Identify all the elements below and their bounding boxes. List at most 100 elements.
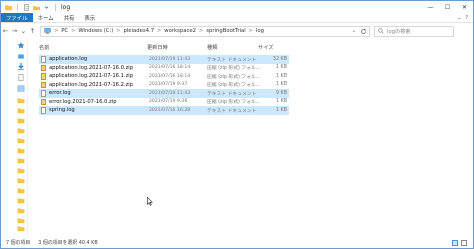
file-type: 圧縮 (zip 形式) フォル...: [207, 100, 261, 106]
pc-icon: [44, 28, 51, 34]
file-row[interactable]: application.log.2021-07-16.2.zip 2021/07/…: [39, 81, 289, 90]
up-button[interactable]: ↑: [28, 25, 37, 37]
folder-icon[interactable]: [17, 225, 25, 232]
explorer-window: log — ☐ ✕ ファイル ホーム 共有 表示 ⌄ ? ← → ⌄ ↑ > P…: [0, 0, 474, 249]
download-icon[interactable]: [17, 63, 25, 70]
tab-file[interactable]: ファイル: [1, 13, 33, 22]
item-count: 7 個の項目: [6, 240, 31, 246]
column-header-size[interactable]: サイズ: [258, 44, 273, 51]
file-size: 1 KB: [275, 82, 287, 88]
tab-home[interactable]: ホーム: [33, 13, 59, 22]
file-type: テキスト ドキュメント: [207, 108, 257, 114]
file-type: 圧縮 (zip 形式) フォル...: [207, 66, 261, 72]
navigation-pane[interactable]: [1, 39, 28, 236]
zip-file-icon: [41, 98, 46, 105]
folder-icon: [5, 4, 12, 10]
ribbon-tabs: ファイル ホーム 共有 表示 ⌄ ?: [1, 13, 473, 23]
desktop-icon[interactable]: [17, 53, 25, 60]
file-date: 2021/07/19 9:36: [149, 99, 188, 105]
title-bar: log — ☐ ✕: [1, 1, 473, 13]
file-name: spring.log: [49, 107, 75, 114]
new-folder-icon[interactable]: [33, 4, 40, 11]
breadcrumb-separator: >: [71, 28, 76, 34]
folder-icon[interactable]: [17, 167, 25, 174]
file-size: 1 KB: [275, 107, 287, 113]
folder-icon[interactable]: [17, 157, 25, 164]
folder-icon[interactable]: [17, 137, 25, 144]
folder-icon[interactable]: [17, 207, 25, 214]
breadcrumb-separator: >: [157, 28, 162, 34]
file-row[interactable]: application.log.2021-07-16.0.zip 2021/07/…: [39, 64, 289, 73]
folder-icon[interactable]: [17, 197, 25, 204]
window-controls: — ☐ ✕: [422, 1, 473, 13]
help-button[interactable]: ?: [465, 15, 468, 21]
file-list: application.log 2021/07/19 11:43 テキスト ドキュメ…: [39, 55, 289, 115]
large-icons-view-button[interactable]: [461, 239, 467, 246]
status-bar: 7 個の項目 3 個の項目を選択 40.4 KB: [1, 237, 473, 248]
file-name: error.log: [49, 90, 71, 97]
breadcrumb-separator: >: [199, 28, 204, 34]
breadcrumb-drive[interactable]: Windows (C:): [78, 28, 113, 34]
window-title: log: [61, 3, 71, 11]
file-row[interactable]: spring.log 2021/07/16 16:28 テキスト ドキュメント 1 K…: [39, 106, 289, 115]
documents-icon[interactable]: [17, 74, 25, 81]
folder-icon[interactable]: [17, 107, 25, 114]
maximize-button[interactable]: ☐: [439, 1, 456, 13]
quick-access-toolbar: [1, 3, 58, 11]
folder-icon[interactable]: [17, 97, 25, 104]
close-button[interactable]: ✕: [456, 1, 473, 13]
file-row[interactable]: error.log.2021-07-16.0.zip 2021/07/19 9:3…: [39, 98, 289, 107]
file-name: application.log: [49, 56, 88, 63]
expand-ribbon-button[interactable]: ⌄: [457, 15, 461, 21]
column-header-name[interactable]: 名前: [39, 44, 49, 51]
chevron-down-icon[interactable]: [43, 4, 50, 11]
file-row[interactable]: application.log 2021/07/19 11:43 テキスト ドキュメ…: [39, 55, 289, 64]
zip-file-icon: [41, 64, 46, 71]
file-date: 2021/07/19 11:43: [149, 56, 191, 62]
recent-locations-button[interactable]: ⌄: [19, 25, 28, 37]
text-file-icon: [41, 56, 46, 63]
breadcrumb-workspace[interactable]: workspace2: [164, 28, 196, 34]
folder-icon[interactable]: [17, 127, 25, 134]
refresh-icon[interactable]: [360, 28, 367, 35]
breadcrumb-log[interactable]: log: [256, 28, 264, 34]
minimize-button[interactable]: —: [422, 1, 439, 13]
address-bar[interactable]: > PC > Windows (C:) > pleiades4.7 > work…: [40, 25, 370, 37]
breadcrumb-pleiades[interactable]: pleiades4.7: [123, 28, 154, 34]
back-button[interactable]: ←: [1, 25, 10, 37]
breadcrumb-pc[interactable]: PC: [61, 28, 68, 34]
column-headers: 名前 更新日時 種類 サイズ: [37, 41, 287, 53]
tab-view[interactable]: 表示: [79, 13, 100, 22]
folder-icon[interactable]: [17, 177, 25, 184]
address-dropdown-button[interactable]: ⌄: [352, 28, 356, 34]
file-type: テキスト ドキュメント: [207, 57, 257, 63]
column-header-type[interactable]: 種類: [207, 44, 217, 51]
mouse-cursor-icon: [147, 197, 153, 206]
file-date: 2021/07/16 16:28: [149, 107, 191, 113]
column-header-date[interactable]: 更新日時: [147, 44, 168, 51]
zip-file-icon: [41, 73, 46, 80]
star-icon[interactable]: [17, 42, 25, 49]
breadcrumb-separator: >: [248, 28, 253, 34]
properties-icon[interactable]: [23, 3, 30, 11]
file-name: application.log.2021-07-16.2.zip: [49, 81, 134, 88]
file-row[interactable]: error.log 2021/07/19 11:43 テキスト ドキュメント 9 KB: [39, 89, 289, 98]
breadcrumb-project[interactable]: springBootTrial: [206, 28, 246, 34]
tab-share[interactable]: 共有: [59, 13, 80, 22]
file-size: 9 KB: [275, 90, 287, 96]
folder-icon[interactable]: [17, 117, 25, 124]
folder-icon[interactable]: [17, 147, 25, 154]
breadcrumb-separator: >: [116, 28, 121, 34]
search-box[interactable]: logの検索: [374, 25, 454, 37]
toolbar-separator: [17, 3, 18, 11]
file-row[interactable]: application.log.2021-07-16.1.zip 2021/07/…: [39, 72, 289, 81]
details-view-button[interactable]: [452, 239, 458, 246]
pictures-icon[interactable]: [17, 85, 25, 92]
breadcrumb-separator: >: [54, 28, 59, 34]
folder-icon[interactable]: [17, 187, 25, 194]
file-name: application.log.2021-07-16.1.zip: [49, 73, 134, 80]
navigation-row: ← → ⌄ ↑ > PC > Windows (C:) > pleiades4.…: [1, 24, 473, 38]
forward-button[interactable]: →: [10, 25, 19, 37]
search-placeholder: logの検索: [387, 28, 411, 35]
folder-icon[interactable]: [17, 217, 25, 224]
